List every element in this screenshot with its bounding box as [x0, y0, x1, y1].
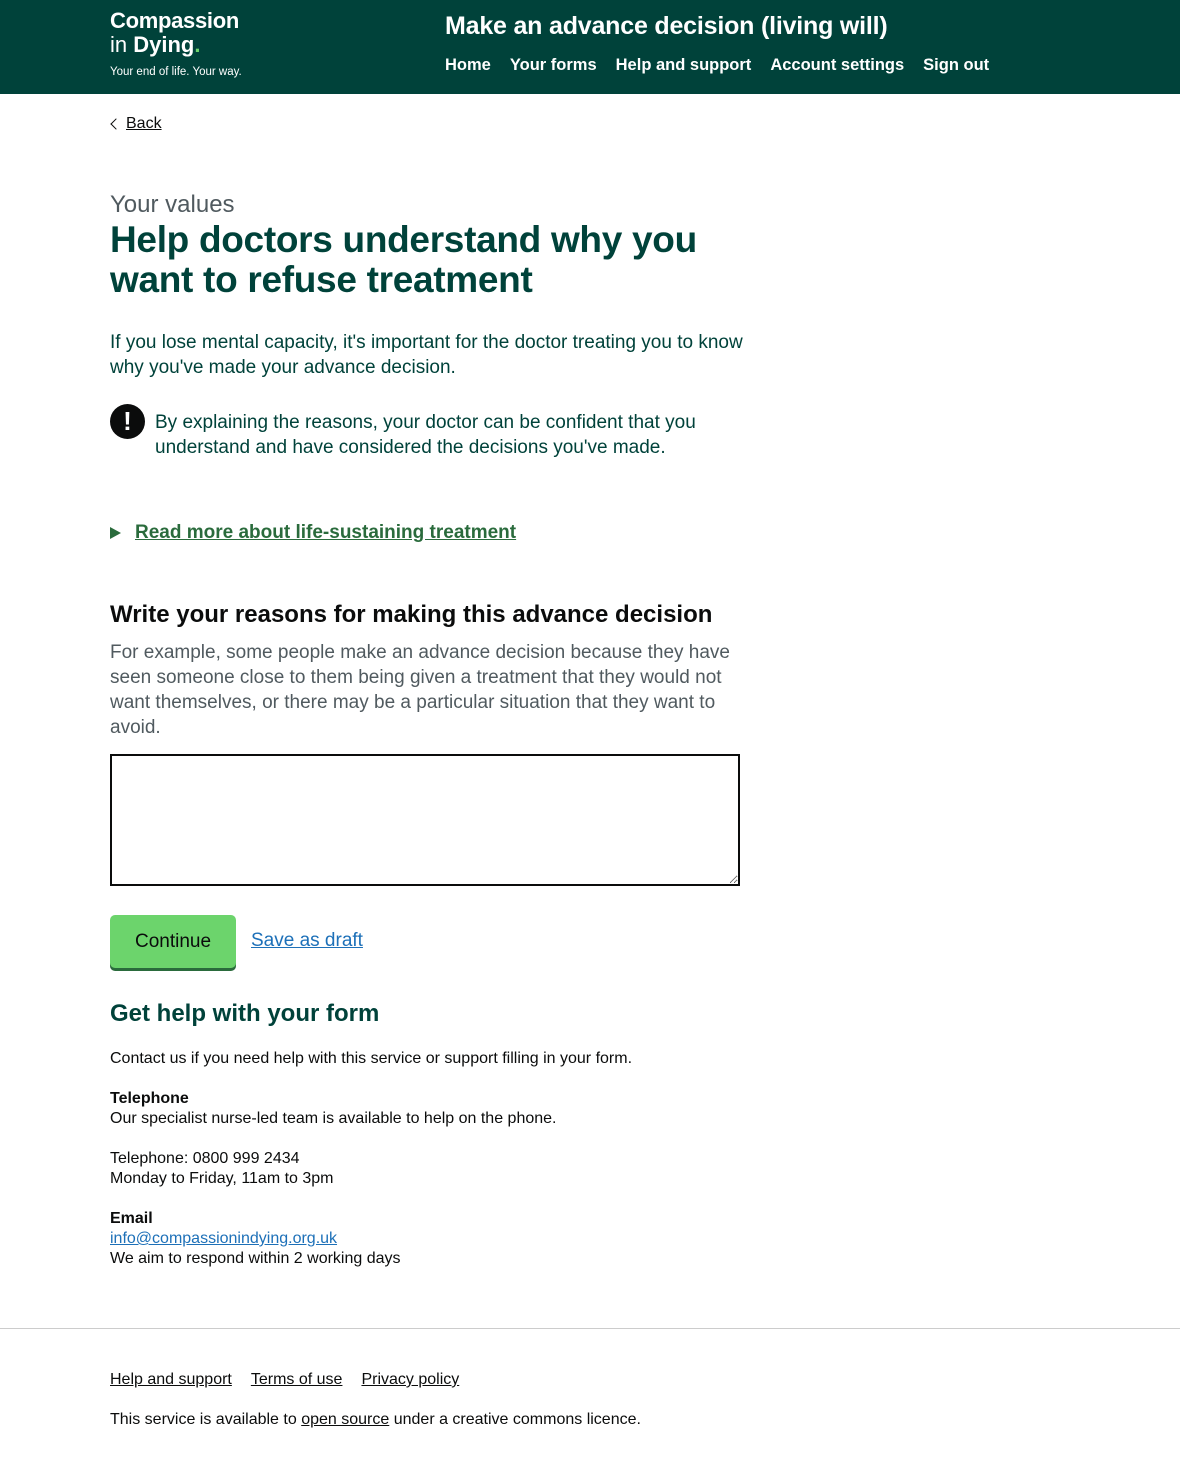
logo-line-2: in Dying. — [110, 33, 242, 57]
chevron-left-icon — [110, 118, 122, 130]
details-disclosure[interactable]: Read more about life-sustaining treatmen… — [110, 520, 516, 545]
telephone-number: Telephone: 0800 999 2434 — [110, 1150, 300, 1167]
licence-suffix: under a creative commons licence. — [393, 1411, 641, 1428]
email-response-time: We aim to respond within 2 working days — [110, 1250, 401, 1267]
service-title[interactable]: Make an advance decision (living will) — [445, 10, 888, 42]
logo-line-2-word: Dying — [133, 32, 195, 57]
warning-message: By explaining the reasons, your doctor c… — [155, 412, 696, 458]
back-link-container[interactable]: Back — [110, 113, 162, 135]
logo-line-1: Compassion — [110, 8, 240, 33]
exclamation-icon: ! — [110, 404, 145, 439]
help-heading: Get help with your form — [110, 1000, 380, 1027]
telephone-description: Our specialist nurse-led team is availab… — [110, 1110, 557, 1127]
help-intro: Contact us if you need help with this se… — [110, 1050, 633, 1067]
details-summary-link[interactable]: Read more about life-sustaining treatmen… — [135, 520, 516, 545]
triangle-right-icon — [110, 526, 121, 539]
save-as-draft-link[interactable]: Save as draft — [251, 928, 363, 953]
help-section: Contact us if you need help with this se… — [110, 1049, 750, 1269]
nav-account-settings[interactable]: Account settings — [770, 54, 904, 76]
continue-button[interactable]: Continue — [110, 915, 236, 968]
logo-tagline: Your end of life. Your way. — [110, 66, 242, 78]
nav-help-and-support[interactable]: Help and support — [616, 54, 752, 76]
reasons-textarea[interactable] — [110, 754, 740, 886]
nav-home[interactable]: Home — [445, 54, 491, 76]
footer-privacy-policy-link[interactable]: Privacy policy — [361, 1369, 459, 1391]
primary-navigation: Home Your forms Help and support Account… — [445, 54, 989, 76]
logo-dot: . — [194, 32, 201, 57]
telephone-heading: Telephone — [110, 1090, 189, 1107]
warning-text: ! By explaining the reasons, your doctor… — [110, 404, 750, 460]
footer-terms-of-use-link[interactable]: Terms of use — [251, 1369, 343, 1391]
site-header: Compassion in Dying. Your end of life. Y… — [0, 0, 1180, 94]
email-link[interactable]: info@compassionindying.org.uk — [110, 1230, 337, 1247]
logo-line-2-prefix: in — [110, 32, 128, 57]
email-heading: Email — [110, 1210, 153, 1227]
licence-prefix: This service is available to — [110, 1411, 297, 1428]
page-caption: Your values — [110, 191, 235, 218]
footer-divider — [0, 1328, 1180, 1329]
footer-links: Help and support Terms of use Privacy po… — [110, 1369, 459, 1391]
reasons-hint: For example, some people make an advance… — [110, 642, 730, 738]
footer-help-and-support-link[interactable]: Help and support — [110, 1369, 232, 1391]
telephone-hours: Monday to Friday, 11am to 3pm — [110, 1170, 334, 1187]
footer-licence: This service is available to open source… — [110, 1409, 641, 1431]
nav-sign-out[interactable]: Sign out — [923, 54, 989, 76]
lead-paragraph: If you lose mental capacity, it's import… — [110, 332, 743, 378]
nav-your-forms[interactable]: Your forms — [510, 54, 597, 76]
compassion-in-dying-logo[interactable]: Compassion in Dying. Your end of life. Y… — [110, 9, 242, 79]
open-source-link[interactable]: open source — [301, 1411, 389, 1428]
back-link[interactable]: Back — [126, 113, 162, 135]
page-title: Help doctors understand why you want to … — [110, 219, 697, 300]
reasons-label: Write your reasons for making this advan… — [110, 601, 713, 628]
